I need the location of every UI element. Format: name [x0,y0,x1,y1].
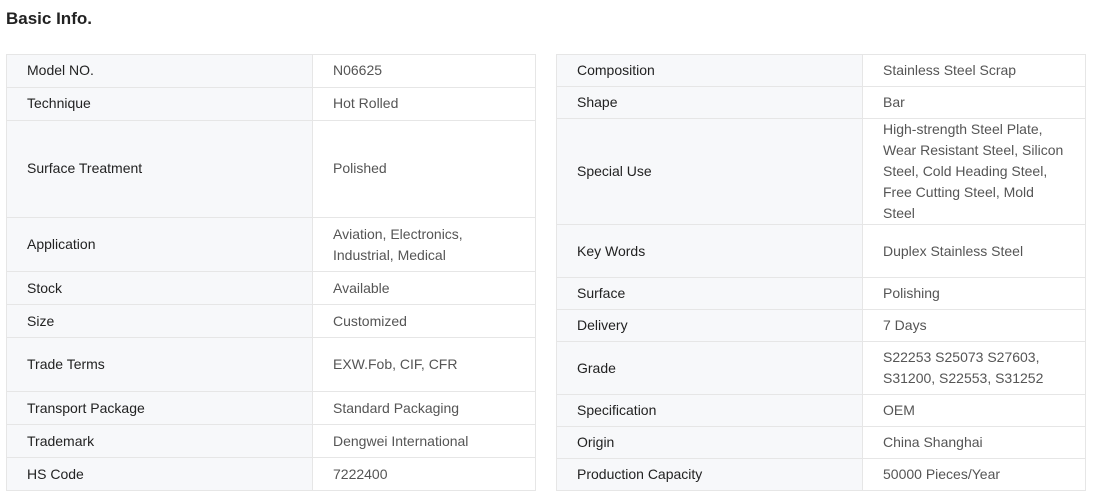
table-row: Origin China Shanghai [556,426,1086,459]
row-value: Bar [862,86,1086,119]
table-row: Transport Package Standard Packaging [6,391,536,426]
row-label: Delivery [556,309,863,342]
row-label: Surface [556,277,863,310]
table-row: Key Words Duplex Stainless Steel [556,224,1086,278]
table-row: Delivery 7 Days [556,309,1086,342]
row-value: S22253 S25073 S27603, S31200, S22553, S3… [862,341,1086,395]
row-value: OEM [862,394,1086,427]
table-row: Specification OEM [556,394,1086,427]
row-value: Polishing [862,277,1086,310]
row-label: Grade [556,341,863,395]
row-value: Hot Rolled [312,86,536,121]
table-row: Technique Hot Rolled [6,86,536,121]
row-value: Stainless Steel Scrap [862,54,1086,87]
row-label: Production Capacity [556,458,863,491]
table-row: Composition Stainless Steel Scrap [556,54,1086,87]
row-value: Standard Packaging [312,391,536,426]
row-label: Special Use [556,118,863,225]
row-value: Polished [312,119,536,219]
row-value: Duplex Stainless Steel [862,224,1086,278]
table-row: Trademark Dengwei International [6,424,536,459]
row-value: China Shanghai [862,426,1086,459]
row-label: Size [6,304,313,339]
table-row: Surface Polishing [556,277,1086,310]
basic-info-tables: Model NO. N06625 Technique Hot Rolled Su… [6,54,1086,491]
row-label: Origin [556,426,863,459]
row-value: High-strength Steel Plate, Wear Resistan… [862,118,1086,225]
table-row: Shape Bar [556,86,1086,119]
row-value: 50000 Pieces/Year [862,458,1086,491]
row-label: Composition [556,54,863,87]
row-value: N06625 [312,54,536,88]
left-info-table: Model NO. N06625 Technique Hot Rolled Su… [6,54,536,491]
row-label: Transport Package [6,391,313,426]
row-label: Surface Treatment [6,119,313,219]
row-label: Key Words [556,224,863,278]
table-row: Trade Terms EXW.Fob, CIF, CFR [6,337,536,393]
row-label: Technique [6,86,313,121]
table-row: Grade S22253 S25073 S27603, S31200, S225… [556,341,1086,395]
row-label: Stock [6,271,313,306]
row-value: 7222400 [312,457,536,491]
row-value: 7 Days [862,309,1086,342]
table-row: HS Code 7222400 [6,457,536,491]
right-info-table: Composition Stainless Steel Scrap Shape … [556,54,1086,491]
row-value: EXW.Fob, CIF, CFR [312,337,536,393]
row-label: Application [6,217,313,273]
section-title: Basic Info. [6,9,92,28]
row-label: HS Code [6,457,313,491]
table-row: Surface Treatment Polished [6,119,536,219]
table-row: Application Aviation, Electronics, Indus… [6,217,536,273]
row-value: Customized [312,304,536,339]
table-row: Production Capacity 50000 Pieces/Year [556,458,1086,491]
table-row: Stock Available [6,271,536,306]
table-row: Model NO. N06625 [6,54,536,88]
row-label: Model NO. [6,54,313,88]
row-label: Specification [556,394,863,427]
table-row: Size Customized [6,304,536,339]
row-label: Trademark [6,424,313,459]
row-label: Shape [556,86,863,119]
row-value: Aviation, Electronics, Industrial, Medic… [312,217,536,273]
table-row: Special Use High-strength Steel Plate, W… [556,118,1086,225]
row-value: Available [312,271,536,306]
row-label: Trade Terms [6,337,313,393]
row-value: Dengwei International [312,424,536,459]
